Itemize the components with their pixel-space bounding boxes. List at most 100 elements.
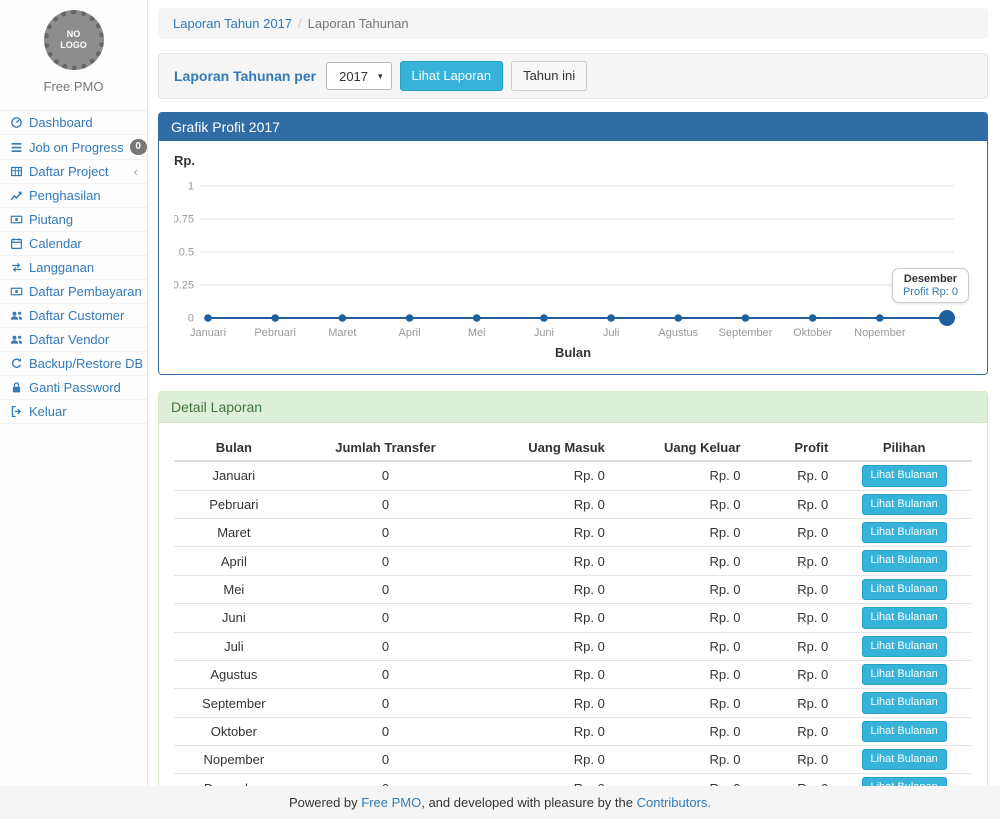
lihat-laporan-button[interactable]: Lihat Laporan (400, 61, 504, 91)
year-select[interactable]: 2017 ▾ (326, 62, 391, 90)
chart-panel-body: Rp. 10.750.50.250JanuariPebruariMaretApr… (159, 141, 987, 374)
sidebar-item-langganan[interactable]: Langganan (0, 256, 147, 280)
cell-bulan: Desember (174, 774, 294, 786)
table-row-januari: Januari0Rp. 0Rp. 0Rp. 0Lihat Bulanan (174, 461, 972, 490)
cell-uang-keluar: Rp. 0 (613, 604, 749, 632)
sidebar-item-ganti-password[interactable]: Ganti Password (0, 376, 147, 400)
cell-bulan: Oktober (174, 717, 294, 745)
profit-chart: 10.750.50.250JanuariPebruariMaretAprilMe… (174, 170, 970, 342)
x-tick-label-pebruari: Pebruari (254, 327, 296, 339)
sidebar-item-dashboard[interactable]: Dashboard (0, 111, 147, 135)
x-tick-label-juli: Juli (603, 327, 620, 339)
data-point-september[interactable] (742, 314, 750, 322)
sidebar-item-backup-restore-db[interactable]: Backup/Restore DB (0, 352, 147, 376)
table-row-juli: Juli0Rp. 0Rp. 0Rp. 0Lihat Bulanan (174, 632, 972, 660)
x-tick-label-oktober: Oktober (793, 327, 832, 339)
cell-jumlah-transfer: 0 (294, 575, 478, 603)
active-data-point-desember[interactable] (939, 310, 955, 326)
sidebar-item-job-on-progress[interactable]: Job on Progress0 (0, 135, 147, 160)
lihat-bulanan-button-nopember[interactable]: Lihat Bulanan (862, 749, 947, 770)
data-point-juli[interactable] (607, 314, 615, 322)
y-tick-label: 0.5 (179, 247, 194, 259)
sidebar-item-daftar-project[interactable]: Daftar Project‹ (0, 160, 147, 184)
sidebar-item-label: Job on Progress (29, 140, 124, 155)
report-table-body: Januari0Rp. 0Rp. 0Rp. 0Lihat BulananPebr… (174, 461, 972, 786)
cell-uang-masuk: Rp. 0 (477, 689, 613, 717)
cell-bulan: Nopember (174, 746, 294, 774)
filter-label: Laporan Tahunan per (174, 68, 316, 84)
cell-profit: Rp. 0 (749, 717, 837, 745)
lihat-bulanan-button-september[interactable]: Lihat Bulanan (862, 692, 947, 713)
cell-uang-keluar: Rp. 0 (613, 575, 749, 603)
cell-uang-keluar: Rp. 0 (613, 717, 749, 745)
data-point-juni[interactable] (540, 314, 548, 322)
sidebar-item-label: Daftar Project (29, 164, 108, 179)
table-row-pebruari: Pebruari0Rp. 0Rp. 0Rp. 0Lihat Bulanan (174, 490, 972, 518)
data-point-maret[interactable] (339, 314, 347, 322)
cell-uang-masuk: Rp. 0 (477, 717, 613, 745)
data-point-april[interactable] (406, 314, 414, 322)
col-header-profit: Profit (749, 435, 837, 461)
cell-profit: Rp. 0 (749, 660, 837, 688)
lihat-bulanan-button-april[interactable]: Lihat Bulanan (862, 550, 947, 571)
lihat-bulanan-button-juli[interactable]: Lihat Bulanan (862, 636, 947, 657)
sidebar-item-keluar[interactable]: Keluar (0, 400, 147, 424)
sidebar-item-daftar-vendor[interactable]: Daftar Vendor (0, 328, 147, 352)
lihat-bulanan-button-maret[interactable]: Lihat Bulanan (862, 522, 947, 543)
tahun-ini-button[interactable]: Tahun ini (511, 61, 587, 91)
x-tick-label-juni: Juni (534, 327, 554, 339)
data-point-oktober[interactable] (809, 314, 817, 322)
year-select-value: 2017 (339, 69, 368, 84)
cell-pilihan: Lihat Bulanan (836, 660, 972, 688)
cell-profit: Rp. 0 (749, 604, 837, 632)
detail-panel-title: Detail Laporan (159, 392, 987, 423)
sidebar-item-label: Piutang (29, 212, 73, 227)
sidebar-item-penghasilan[interactable]: Penghasilan (0, 184, 147, 208)
cell-jumlah-transfer: 0 (294, 604, 478, 632)
footer-text-middle: , and developed with pleasure by the (421, 795, 636, 810)
cell-uang-keluar: Rp. 0 (613, 490, 749, 518)
lihat-bulanan-button-pebruari[interactable]: Lihat Bulanan (862, 494, 947, 515)
sidebar-item-label: Daftar Customer (29, 308, 124, 323)
profit-chart-panel: Grafik Profit 2017 Rp. 10.750.50.250Janu… (158, 112, 988, 375)
chart-panel-title: Grafik Profit 2017 (159, 113, 987, 141)
sidebar-item-label: Backup/Restore DB (29, 356, 143, 371)
cell-pilihan: Lihat Bulanan (836, 490, 972, 518)
sidebar-item-calendar[interactable]: Calendar (0, 232, 147, 256)
lihat-bulanan-button-desember[interactable]: Lihat Bulanan (862, 777, 947, 786)
logo-text-line1: NO (60, 29, 87, 40)
footer-text-prefix: Powered by (289, 795, 361, 810)
line-chart-icon (9, 189, 23, 203)
cell-bulan: September (174, 689, 294, 717)
lihat-bulanan-button-agustus[interactable]: Lihat Bulanan (862, 664, 947, 685)
sidebar-item-daftar-customer[interactable]: Daftar Customer (0, 304, 147, 328)
free-pmo-link[interactable]: Free PMO (361, 795, 421, 810)
breadcrumb: Laporan Tahun 2017/Laporan Tahunan (158, 8, 988, 39)
cell-bulan: Juli (174, 632, 294, 660)
contributors-link[interactable]: Contributors. (637, 795, 711, 810)
cell-profit: Rp. 0 (749, 746, 837, 774)
lihat-bulanan-button-juni[interactable]: Lihat Bulanan (862, 607, 947, 628)
chevron-down-icon: ▾ (378, 71, 383, 82)
breadcrumb-link-laporan-tahun[interactable]: Laporan Tahun 2017 (173, 16, 292, 31)
data-point-mei[interactable] (473, 314, 481, 322)
main-content: Laporan Tahun 2017/Laporan Tahunan Lapor… (148, 0, 1000, 786)
sidebar-item-daftar-pembayaran[interactable]: Daftar Pembayaran (0, 280, 147, 304)
lihat-bulanan-button-januari[interactable]: Lihat Bulanan (862, 465, 947, 486)
chart-tooltip: Desember Profit Rp: 0 (892, 268, 969, 303)
x-tick-label-mei: Mei (468, 327, 486, 339)
sidebar-item-piutang[interactable]: Piutang (0, 208, 147, 232)
data-point-agustus[interactable] (674, 314, 682, 322)
cell-profit: Rp. 0 (749, 518, 837, 546)
cell-profit: Rp. 0 (749, 547, 837, 575)
footer: Powered by Free PMO, and developed with … (0, 786, 1000, 819)
users-icon (9, 309, 23, 323)
lihat-bulanan-button-mei[interactable]: Lihat Bulanan (862, 579, 947, 600)
cell-profit: Rp. 0 (749, 774, 837, 786)
table-row-nopember: Nopember0Rp. 0Rp. 0Rp. 0Lihat Bulanan (174, 746, 972, 774)
data-point-pebruari[interactable] (271, 314, 279, 322)
lihat-bulanan-button-oktober[interactable]: Lihat Bulanan (862, 721, 947, 742)
data-point-januari[interactable] (204, 314, 212, 322)
data-point-nopember[interactable] (876, 314, 884, 322)
x-tick-label-nopember: Nopember (854, 327, 906, 339)
